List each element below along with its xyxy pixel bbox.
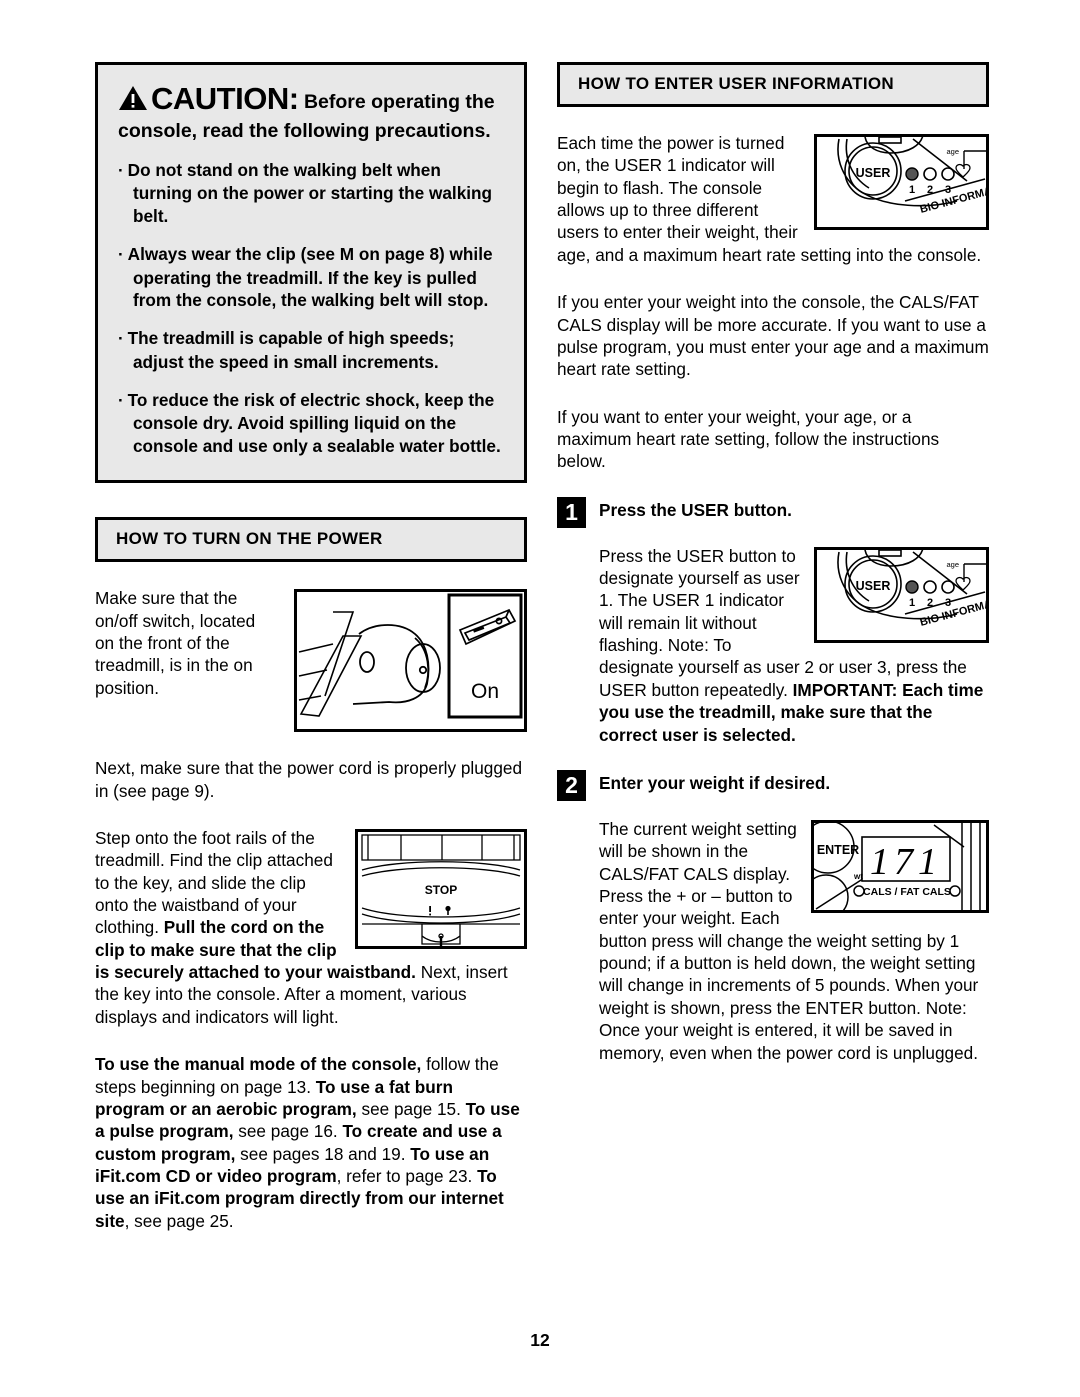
power-paragraph-4: To use the manual mode of the console, f… [95,1053,527,1232]
caution-bullet: · The treadmill is capable of high speeds… [118,327,504,373]
enter-button-label: ENTER [817,843,859,857]
section-header-user-info: HOW TO ENTER USER INFORMATION [557,62,989,107]
caution-bullet: · To reduce the risk of electric shock, k… [118,389,504,458]
p4-s5: see page 16. [233,1121,343,1142]
step-number-badge: 1 [557,496,586,528]
indicator-label-1: 1 [909,184,915,196]
switch-on-label: On [471,680,499,703]
user-indicator-figure: USER 1 2 3 age BIO INFORMAT [814,134,989,230]
warning-triangle-icon [118,85,148,111]
p4-s9: , refer to page 23. [336,1165,478,1186]
user-button-label: USER [856,579,891,593]
power-para1-block: On Make sure that the on/off switch, loc… [95,587,527,733]
step-2-title: Enter your weight if desired. [599,772,831,793]
p4-s3: see page 15. [356,1098,466,1119]
caution-box: CAUTION: Before operating the console, r… [95,62,527,484]
caution-word: CAUTION [151,81,289,116]
user-indicator-figure: USER 1 2 3 age BIO INFORMAT [814,546,989,643]
right-column: HOW TO ENTER USER INFORMATION USER 1 2 3… [557,62,989,1064]
userinfo-para1-block: USER 1 2 3 age BIO INFORMAT Each time th… [557,132,989,266]
age-label: age [946,560,959,569]
bullet-dot-icon: · [118,390,124,410]
indicator-2 [923,579,937,594]
console-stop-key-figure: STOP [355,828,527,949]
userinfo-paragraph-2: If you enter your weight into the consol… [557,292,989,380]
step-1-body-block: USER 1 2 3 age BIO INFORMAT Press the US… [557,545,989,746]
caution-bullet-text: Do not stand on the walking belt when tu… [127,159,493,227]
indicator-label-2: 2 [927,184,933,196]
indicator-3 [941,167,955,181]
age-label: age [946,147,959,156]
cals-display-figure: ENTER 171 wt CALS / FAT CALS [811,819,989,913]
left-column: CAUTION: Before operating the console, r… [95,62,527,1232]
caution-colon: : [288,81,299,116]
step-1-header: 1 Press the USER button. [557,496,989,528]
indicator-1-lit [905,579,919,594]
indicator-2 [923,167,937,181]
caution-heading: CAUTION: Before operating the console, r… [118,79,504,144]
bullet-dot-icon: · [118,160,124,180]
wt-label: wt [853,872,863,881]
step-number-badge: 2 [557,769,586,801]
cals-fat-cals-label: CALS / FAT CALS [863,886,951,898]
weight-display-value: 171 [870,841,942,883]
caution-bullet-text: To reduce the risk of electric shock, ke… [127,389,501,457]
indicator-1-lit [905,167,919,181]
indicator-label-2: 2 [927,597,933,609]
indicator-label-3: 3 [945,597,951,609]
stop-label: STOP [425,883,457,897]
section-header-power: HOW TO TURN ON THE POWER [95,517,527,563]
caution-bullet: · Do not stand on the walking belt when t… [118,159,504,228]
step-1-title: Press the USER button. [599,499,792,520]
step-2-body-block: ENTER 171 wt CALS / FAT CALS The current… [557,818,989,1064]
caution-bullet-list: · Do not stand on the walking belt when t… [118,159,504,459]
power-paragraph-2: Next, make sure that the power cord is p… [95,758,523,801]
caution-bullet: · Always wear the clip (see M on page 8) … [118,243,504,312]
p4-s11: , see page 25. [124,1210,234,1231]
treadmill-switch-figure: On [294,589,527,733]
power-para3-block: STOP Step onto the foot rails of the tre… [95,827,527,1028]
indicator-label-3: 3 [945,184,951,196]
manual-page: CAUTION: Before operating the console, r… [0,0,1080,1397]
bullet-dot-icon: · [118,329,124,349]
caution-bullet-text: The treadmill is capable of high speeds;… [127,328,455,372]
page-number: 12 [530,1330,550,1350]
step-2-header: 2 Enter your weight if desired. [557,769,989,801]
userinfo-paragraph-3: If you want to enter your weight, your a… [557,406,940,472]
bullet-dot-icon: · [118,244,124,264]
user-button-label: USER [856,166,891,180]
indicator-label-1: 1 [909,597,915,609]
indicator-3 [941,579,955,594]
p4-s7: see pages 18 and 19. [235,1143,411,1164]
p4-s0: To use the manual mode of the console, [95,1054,422,1075]
caution-bullet-text: Always wear the clip (see M on page 8) w… [127,243,493,311]
